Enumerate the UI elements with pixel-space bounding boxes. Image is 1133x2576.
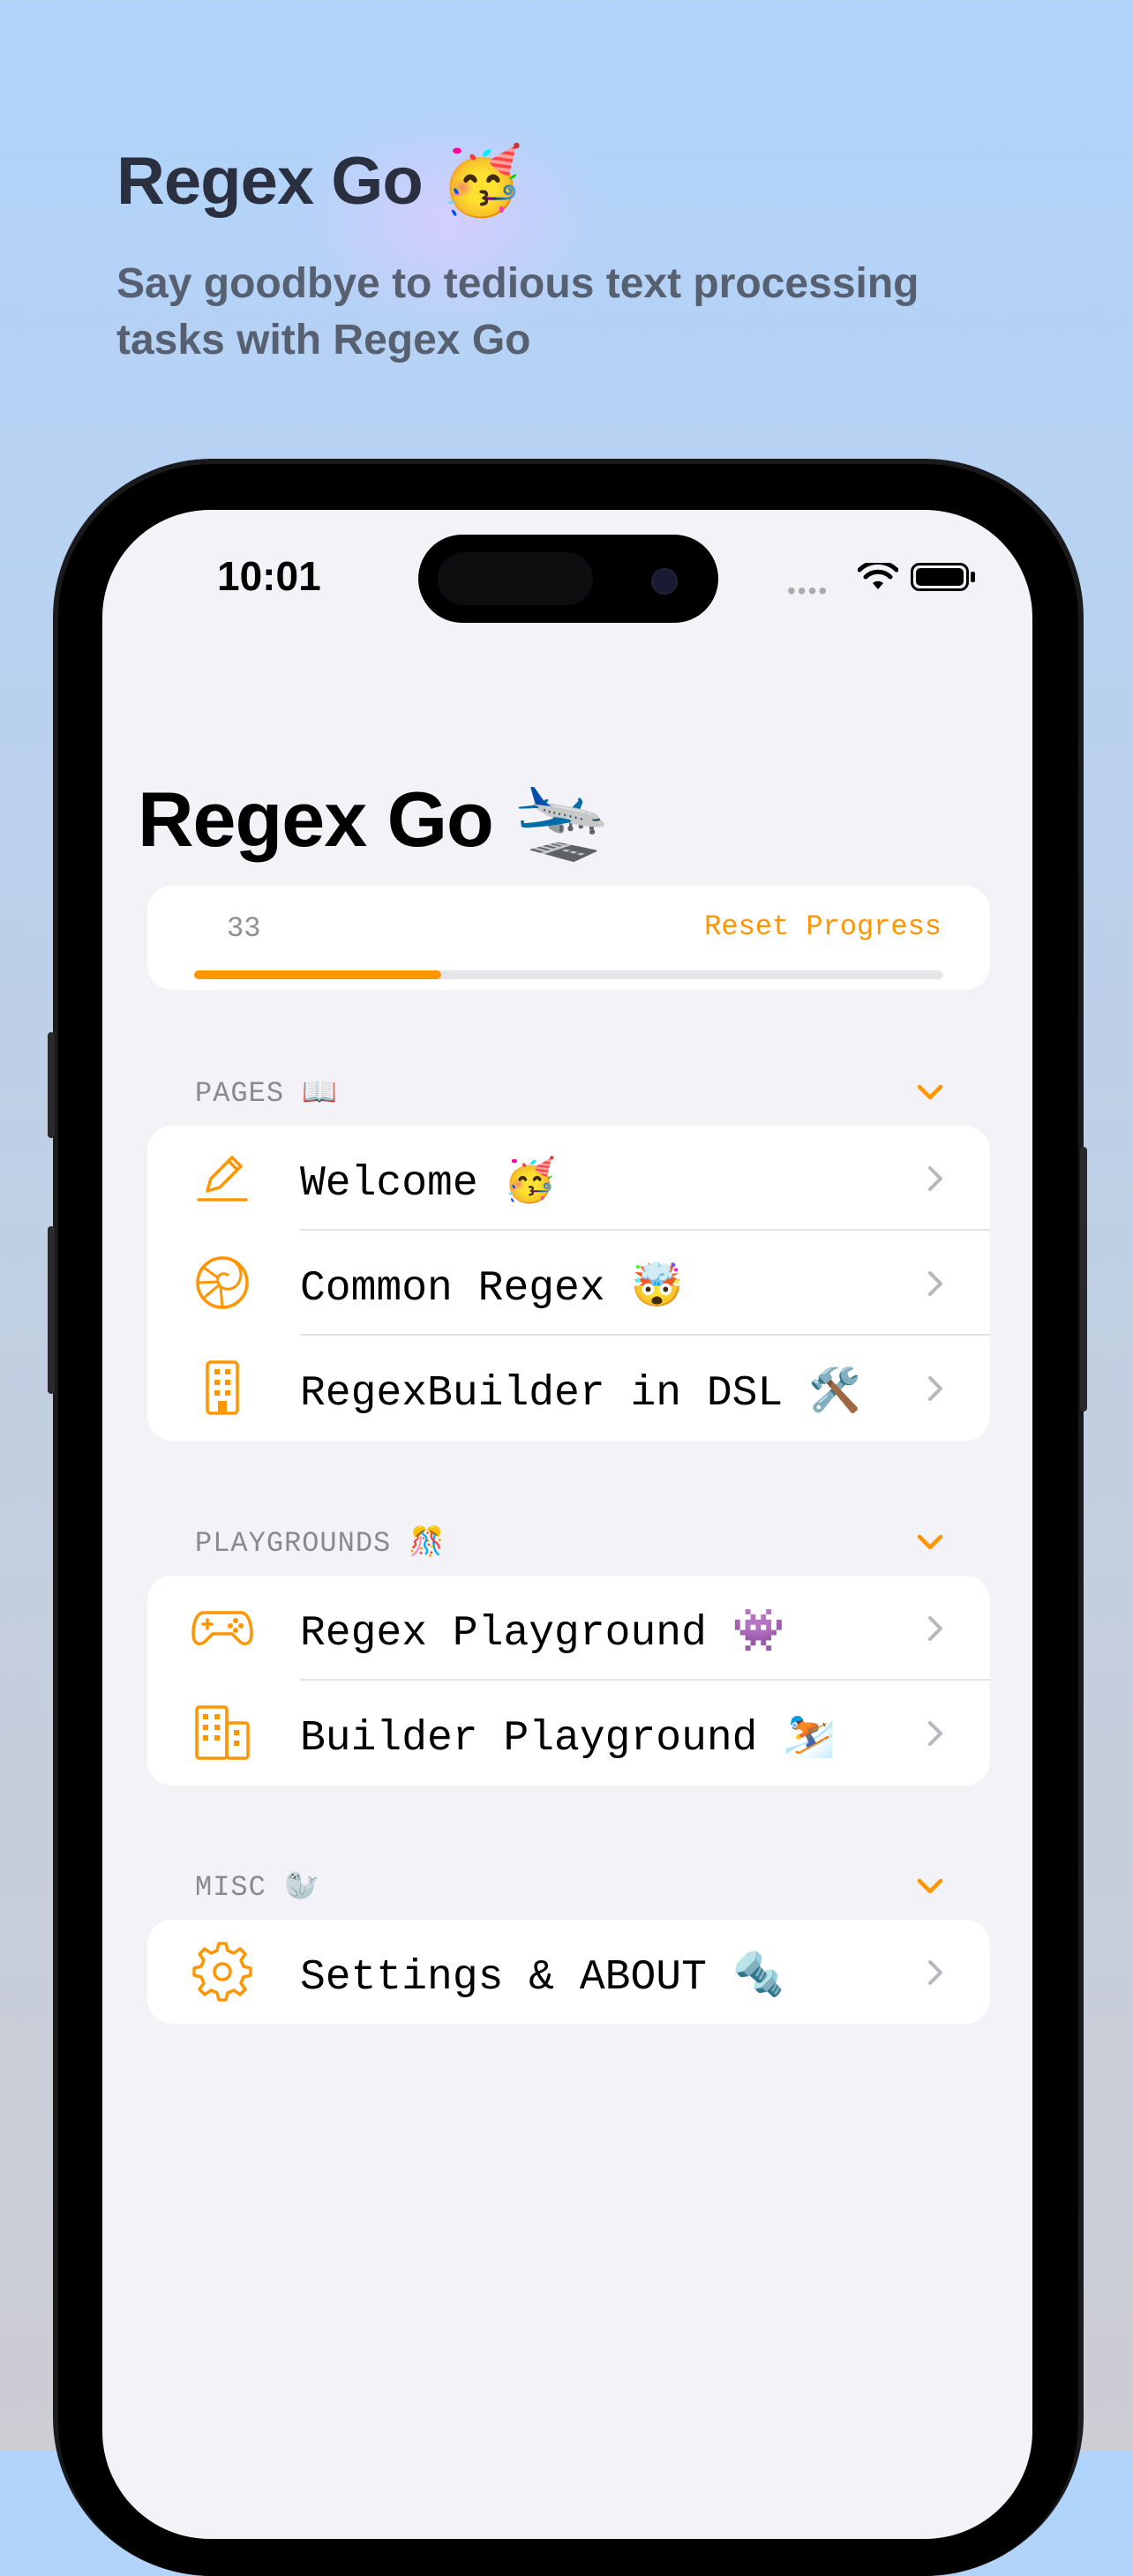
promo-title: Regex Go 🥳 bbox=[116, 144, 524, 219]
list-item-builder-playground[interactable]: Builder Playground ⛷️ bbox=[147, 1681, 990, 1786]
phone-screen: 10:01 •••• Regex Go 🛬 33 Reset Progress … bbox=[102, 510, 1032, 2539]
misc-card: Settings & ABOUT 🔩 bbox=[147, 1920, 990, 2024]
chevron-down-icon[interactable] bbox=[912, 1075, 948, 1110]
playgrounds-card: Regex Playground 👾 Builder Playground ⛷️ bbox=[147, 1576, 990, 1786]
pencil-icon bbox=[197, 1156, 248, 1202]
chevron-right-icon bbox=[928, 1721, 942, 1746]
list-item-common-regex[interactable]: Common Regex 🤯 bbox=[147, 1231, 990, 1336]
progress-bar-fill bbox=[194, 970, 442, 979]
shell-icon bbox=[196, 1256, 249, 1309]
chevron-down-icon[interactable] bbox=[912, 1524, 948, 1560]
chevron-right-icon bbox=[928, 1960, 942, 1985]
side-button bbox=[48, 1032, 55, 1138]
list-item-label: RegexBuilder in DSL 🛠️ bbox=[300, 1370, 861, 1418]
gamecontroller-icon bbox=[191, 1611, 253, 1646]
list-item-welcome[interactable]: Welcome 🥳 bbox=[147, 1126, 990, 1231]
app-title: Regex Go 🛬 bbox=[138, 775, 611, 863]
wifi-icon bbox=[858, 563, 898, 589]
list-item-label: Welcome 🥳 bbox=[300, 1160, 557, 1208]
buildings-icon bbox=[195, 1705, 250, 1760]
status-time: 10:01 bbox=[217, 553, 321, 599]
list-item-label: Builder Playground ⛷️ bbox=[300, 1715, 837, 1763]
section-header-misc: MISC 🦭 bbox=[195, 1871, 320, 1904]
list-item-label: Settings & ABOUT 🔩 bbox=[300, 1954, 785, 2002]
chevron-right-icon bbox=[928, 1616, 942, 1641]
progress-card: 33 Reset Progress bbox=[147, 886, 990, 990]
section-header-pages: PAGES 📖 bbox=[195, 1077, 339, 1110]
list-item-label: Common Regex 🤯 bbox=[300, 1265, 684, 1313]
gear-icon bbox=[192, 1942, 252, 2002]
list-item-settings[interactable]: Settings & ABOUT 🔩 bbox=[147, 1920, 990, 2025]
power-button bbox=[1080, 1147, 1087, 1412]
progress-bar bbox=[194, 970, 943, 979]
battery-icon bbox=[911, 563, 969, 591]
building-icon bbox=[206, 1360, 239, 1415]
pages-card: Welcome 🥳 Common Regex 🤯 RegexBuilder in… bbox=[147, 1126, 990, 1441]
reset-progress-button[interactable]: Reset Progress bbox=[704, 910, 942, 943]
progress-count: 33 bbox=[227, 912, 261, 945]
section-header-playgrounds: PLAYGROUNDS 🎊 bbox=[195, 1527, 446, 1560]
chevron-down-icon[interactable] bbox=[912, 1868, 948, 1904]
list-item-regex-playground[interactable]: Regex Playground 👾 bbox=[147, 1576, 990, 1681]
camera-icon bbox=[651, 568, 678, 595]
chevron-right-icon bbox=[928, 1376, 942, 1401]
promo-subtitle: Say goodbye to tedious text processing t… bbox=[116, 260, 919, 363]
cellular-icon: •••• bbox=[787, 577, 829, 604]
volume-up-button bbox=[48, 1226, 55, 1394]
chevron-right-icon bbox=[928, 1166, 942, 1191]
dynamic-island bbox=[418, 535, 718, 623]
list-item-regexbuilder[interactable]: RegexBuilder in DSL 🛠️ bbox=[147, 1336, 990, 1441]
status-icons: •••• bbox=[773, 563, 1020, 604]
chevron-right-icon bbox=[928, 1271, 942, 1296]
list-item-label: Regex Playground 👾 bbox=[300, 1610, 785, 1658]
